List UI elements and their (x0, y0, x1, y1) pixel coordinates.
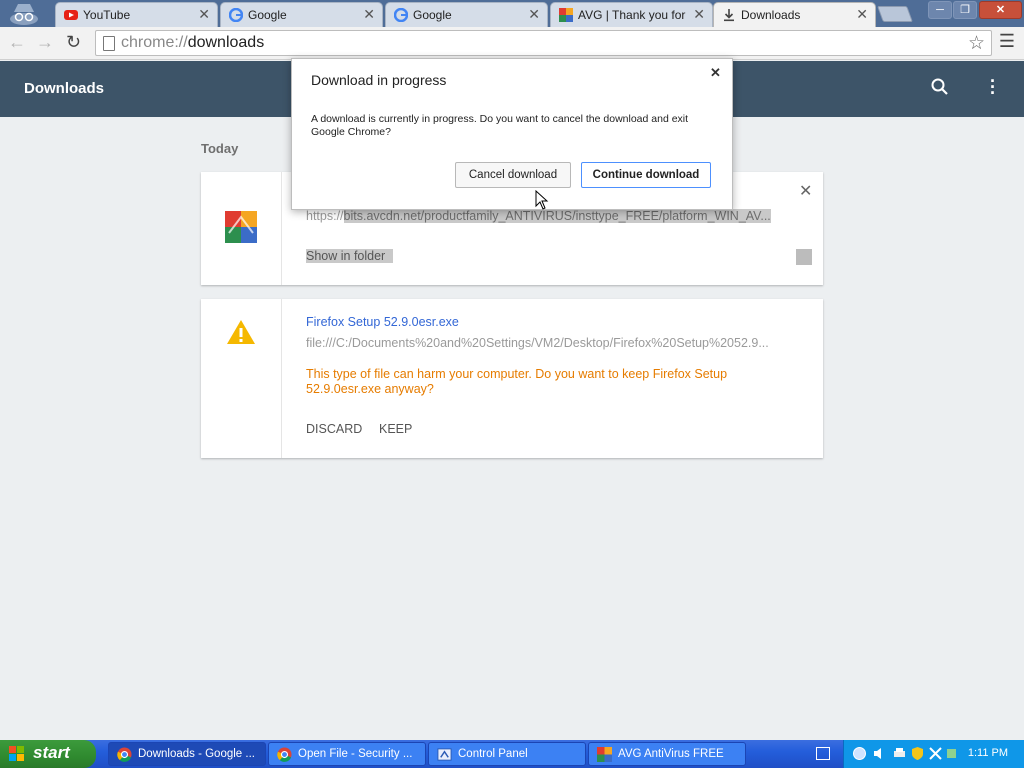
tab-strip: YouTube ✕ Google ✕ Google ✕ AVG | Thank … (0, 0, 1024, 27)
system-tray: 1:11 PM (843, 740, 1024, 768)
taskbar-item[interactable]: Open File - Security ... (268, 742, 426, 766)
cancel-download-button[interactable]: Cancel download (455, 162, 571, 188)
dialog-message: A download is currently in progress. Do … (311, 113, 689, 138)
keyboard-icon[interactable] (816, 747, 830, 760)
taskbar-item-label: AVG AntiVirus FREE (618, 748, 724, 760)
reload-icon[interactable]: ↻ (66, 32, 81, 53)
forward-icon[interactable]: → (36, 32, 54, 53)
taskbar-item[interactable]: Downloads - Google ... (108, 742, 266, 766)
download-url[interactable]: https://bits.avcdn.net/productfamily_ANT… (306, 209, 776, 223)
danger-warning-text: This type of file can harm your computer… (306, 367, 728, 396)
avg-icon (559, 8, 573, 22)
url-path: downloads (187, 34, 265, 51)
taskbar-item-label: Control Panel (458, 748, 528, 760)
minimize-button[interactable]: ─ (928, 1, 952, 19)
file-icon-column (201, 299, 282, 458)
file-icon-column (201, 172, 282, 285)
tools-icon[interactable] (928, 746, 943, 761)
taskbar-item-label: Open File - Security ... (298, 748, 413, 760)
page-icon (103, 36, 115, 51)
google-icon (394, 8, 408, 22)
avg-icon (597, 747, 612, 762)
start-button[interactable]: start (0, 740, 96, 768)
date-section-label: Today (201, 141, 239, 156)
back-icon[interactable]: ← (8, 32, 26, 53)
chrome-menu-icon[interactable]: ☰ (999, 31, 1015, 52)
taskbar-item[interactable]: AVG AntiVirus FREE (588, 742, 746, 766)
restore-button[interactable]: ❐ (953, 1, 977, 19)
close-tab-icon[interactable]: ✕ (198, 6, 210, 23)
youtube-icon (64, 10, 78, 20)
file-name-link[interactable]: Firefox Setup 52.9.0esr.exe (306, 315, 459, 329)
warning-icon (227, 320, 255, 344)
tab-label: YouTube (83, 8, 131, 22)
new-tab-button[interactable] (877, 6, 913, 22)
close-tab-icon[interactable]: ✕ (528, 6, 540, 23)
clock: 1:11 PM (967, 747, 1008, 759)
network-icon[interactable] (852, 746, 867, 761)
safely-remove-icon[interactable] (944, 746, 959, 761)
browser-toolbar: ← → ↻ chrome://downloads ☆ ☰ (0, 27, 1024, 60)
url-prefix: https:// (306, 209, 344, 223)
tab-google-2[interactable]: Google ✕ (385, 2, 548, 27)
control-panel-icon (437, 748, 452, 761)
volume-icon[interactable] (872, 746, 887, 761)
address-text[interactable]: chrome://downloads (121, 34, 264, 52)
mouse-cursor-icon (535, 190, 549, 210)
dialog-close-icon[interactable]: ✕ (710, 65, 721, 81)
tab-label: Google (248, 8, 287, 22)
remove-item-icon[interactable]: ✕ (799, 181, 812, 201)
keep-button[interactable]: KEEP (379, 422, 412, 436)
chrome-icon (117, 747, 132, 762)
address-bar[interactable]: chrome://downloads ☆ (95, 30, 992, 56)
tab-google-1[interactable]: Google ✕ (220, 2, 383, 27)
continue-download-button[interactable]: Continue download (581, 162, 711, 188)
url-highlighted: bits.avcdn.net/productfamily_ANTIVIRUS/i… (343, 209, 771, 223)
tab-youtube[interactable]: YouTube ✕ (55, 2, 218, 27)
avg-file-icon (225, 211, 257, 243)
file-type-icon (796, 249, 812, 265)
close-tab-icon[interactable]: ✕ (856, 6, 868, 23)
google-icon (229, 8, 243, 22)
chrome-icon (277, 747, 292, 762)
download-in-progress-dialog: Download in progress ✕ A download is cur… (291, 58, 733, 210)
tab-downloads[interactable]: Downloads ✕ (713, 2, 876, 27)
incognito-icon (10, 4, 38, 25)
start-label: start (33, 743, 70, 762)
tab-label: AVG | Thank you for d (578, 8, 688, 22)
search-icon[interactable] (930, 77, 950, 97)
windows-taskbar: start Downloads - Google ... Open File -… (0, 740, 1024, 768)
show-in-folder-link[interactable]: Show in folder (306, 249, 394, 263)
taskbar-item[interactable]: Control Panel (428, 742, 586, 766)
taskbar-item-label: Downloads - Google ... (138, 748, 255, 760)
url-scheme: chrome:// (121, 34, 188, 51)
windows-logo-icon (9, 746, 24, 761)
download-item: Firefox Setup 52.9.0esr.exe file:///C:/D… (201, 299, 823, 458)
bookmark-star-icon[interactable]: ☆ (968, 32, 985, 55)
security-shield-icon[interactable] (910, 746, 925, 761)
discard-button[interactable]: DISCARD (306, 422, 362, 436)
more-options-icon[interactable]: · · · (990, 72, 996, 102)
close-tab-icon[interactable]: ✕ (693, 6, 705, 23)
tab-label: Downloads (741, 8, 801, 22)
close-tab-icon[interactable]: ✕ (363, 6, 375, 23)
download-url[interactable]: file:///C:/Documents%20and%20Settings/VM… (306, 336, 776, 350)
tab-avg[interactable]: AVG | Thank you for d ✕ (550, 2, 713, 27)
download-icon (724, 9, 734, 22)
printer-icon[interactable] (892, 746, 907, 761)
dialog-title: Download in progress (311, 72, 447, 88)
page-title: Downloads (24, 80, 105, 97)
tab-label: Google (413, 8, 452, 22)
close-window-button[interactable]: ✕ (979, 1, 1022, 19)
